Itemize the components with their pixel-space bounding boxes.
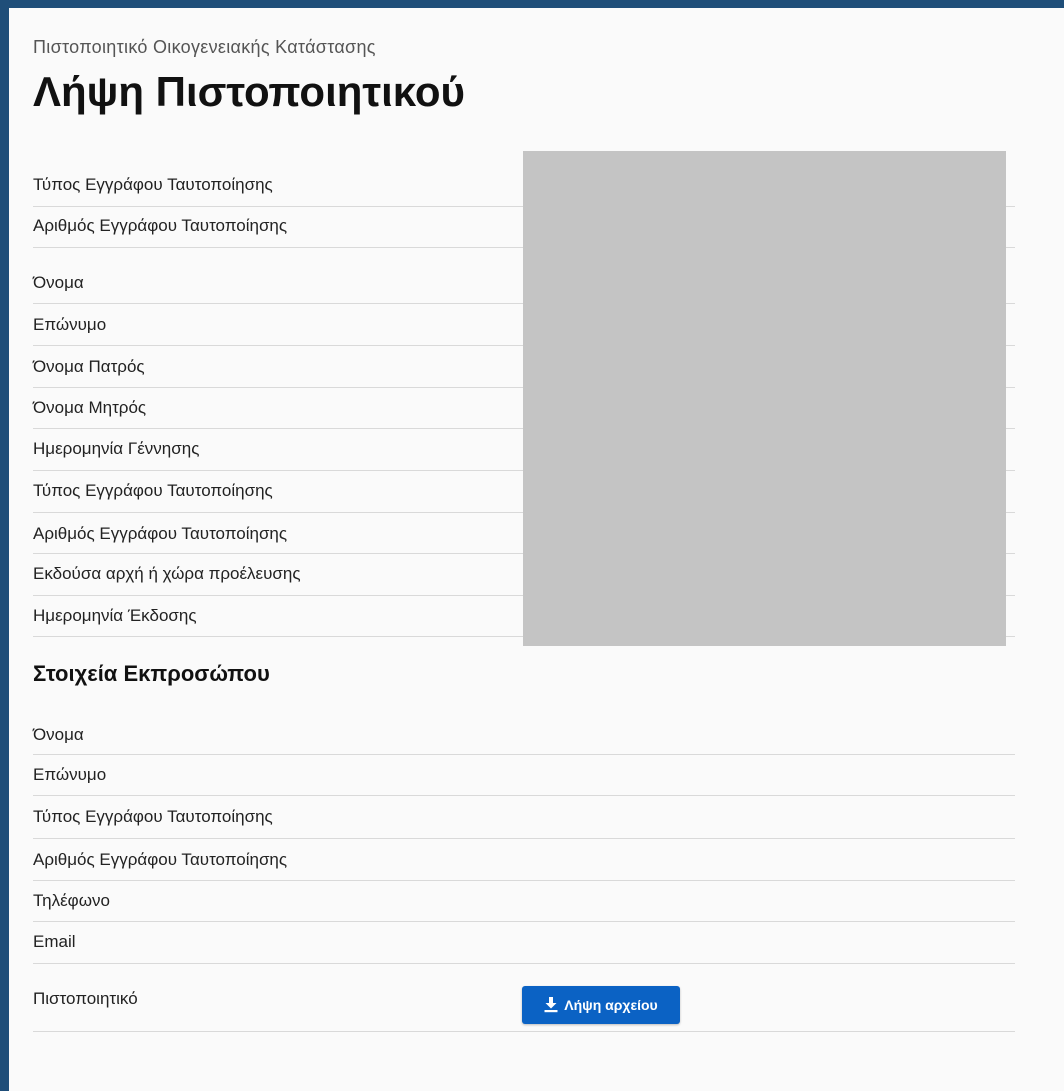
row-label: Αριθμός Εγγράφου Ταυτοποίησης: [33, 216, 288, 235]
download-file-button[interactable]: Λήψη αρχείου: [522, 986, 680, 1024]
detail-row: Τύπος Εγγράφου Ταυτοποίησης: [33, 796, 1015, 839]
row-label: Email: [33, 932, 76, 951]
row-label: Όνομα Μητρός: [33, 398, 147, 417]
row-label: Τύπος Εγγράφου Ταυτοποίησης: [33, 481, 273, 500]
page-title: Λήψη Πιστοποιητικού: [33, 68, 465, 115]
row-label: Αριθμός Εγγράφου Ταυτοποίησης: [33, 524, 288, 543]
row-label: Εκδούσα αρχή ή χώρα προέλευσης: [33, 564, 301, 583]
detail-row: Αριθμός Εγγράφου Ταυτοποίησης: [33, 839, 1015, 881]
download-button-label: Λήψη αρχείου: [564, 997, 658, 1013]
representative-section-title: Στοιχεία Εκπροσώπου: [33, 661, 270, 686]
row-label: Επώνυμο: [33, 765, 107, 784]
row-label: Όνομα Πατρός: [33, 357, 145, 376]
row-label: Τύπος Εγγράφου Ταυτοποίησης: [33, 175, 273, 194]
page-frame: Πιστοποιητικό Οικογενειακής Κατάστασης Λ…: [9, 8, 1064, 1091]
download-icon: [544, 997, 558, 1013]
row-label: Ημερομηνία Έκδοσης: [33, 606, 197, 625]
row-label: Πιστοποιητικό: [33, 989, 138, 1008]
detail-row: Email: [33, 922, 1015, 964]
row-label: Τηλέφωνο: [33, 891, 110, 910]
detail-row: Τηλέφωνο: [33, 881, 1015, 922]
redacted-values-block: [523, 151, 1006, 646]
page-caption: Πιστοποιητικό Οικογενειακής Κατάστασης: [33, 37, 376, 57]
row-label: Τύπος Εγγράφου Ταυτοποίησης: [33, 807, 273, 826]
row-label: Ημερομηνία Γέννησης: [33, 439, 200, 458]
detail-row: Όνομα: [33, 698, 1015, 755]
row-label: Όνομα: [33, 273, 84, 292]
row-label: Επώνυμο: [33, 315, 107, 334]
detail-row: Επώνυμο: [33, 755, 1015, 796]
row-label: Όνομα: [33, 725, 84, 744]
row-label: Αριθμός Εγγράφου Ταυτοποίησης: [33, 850, 288, 869]
